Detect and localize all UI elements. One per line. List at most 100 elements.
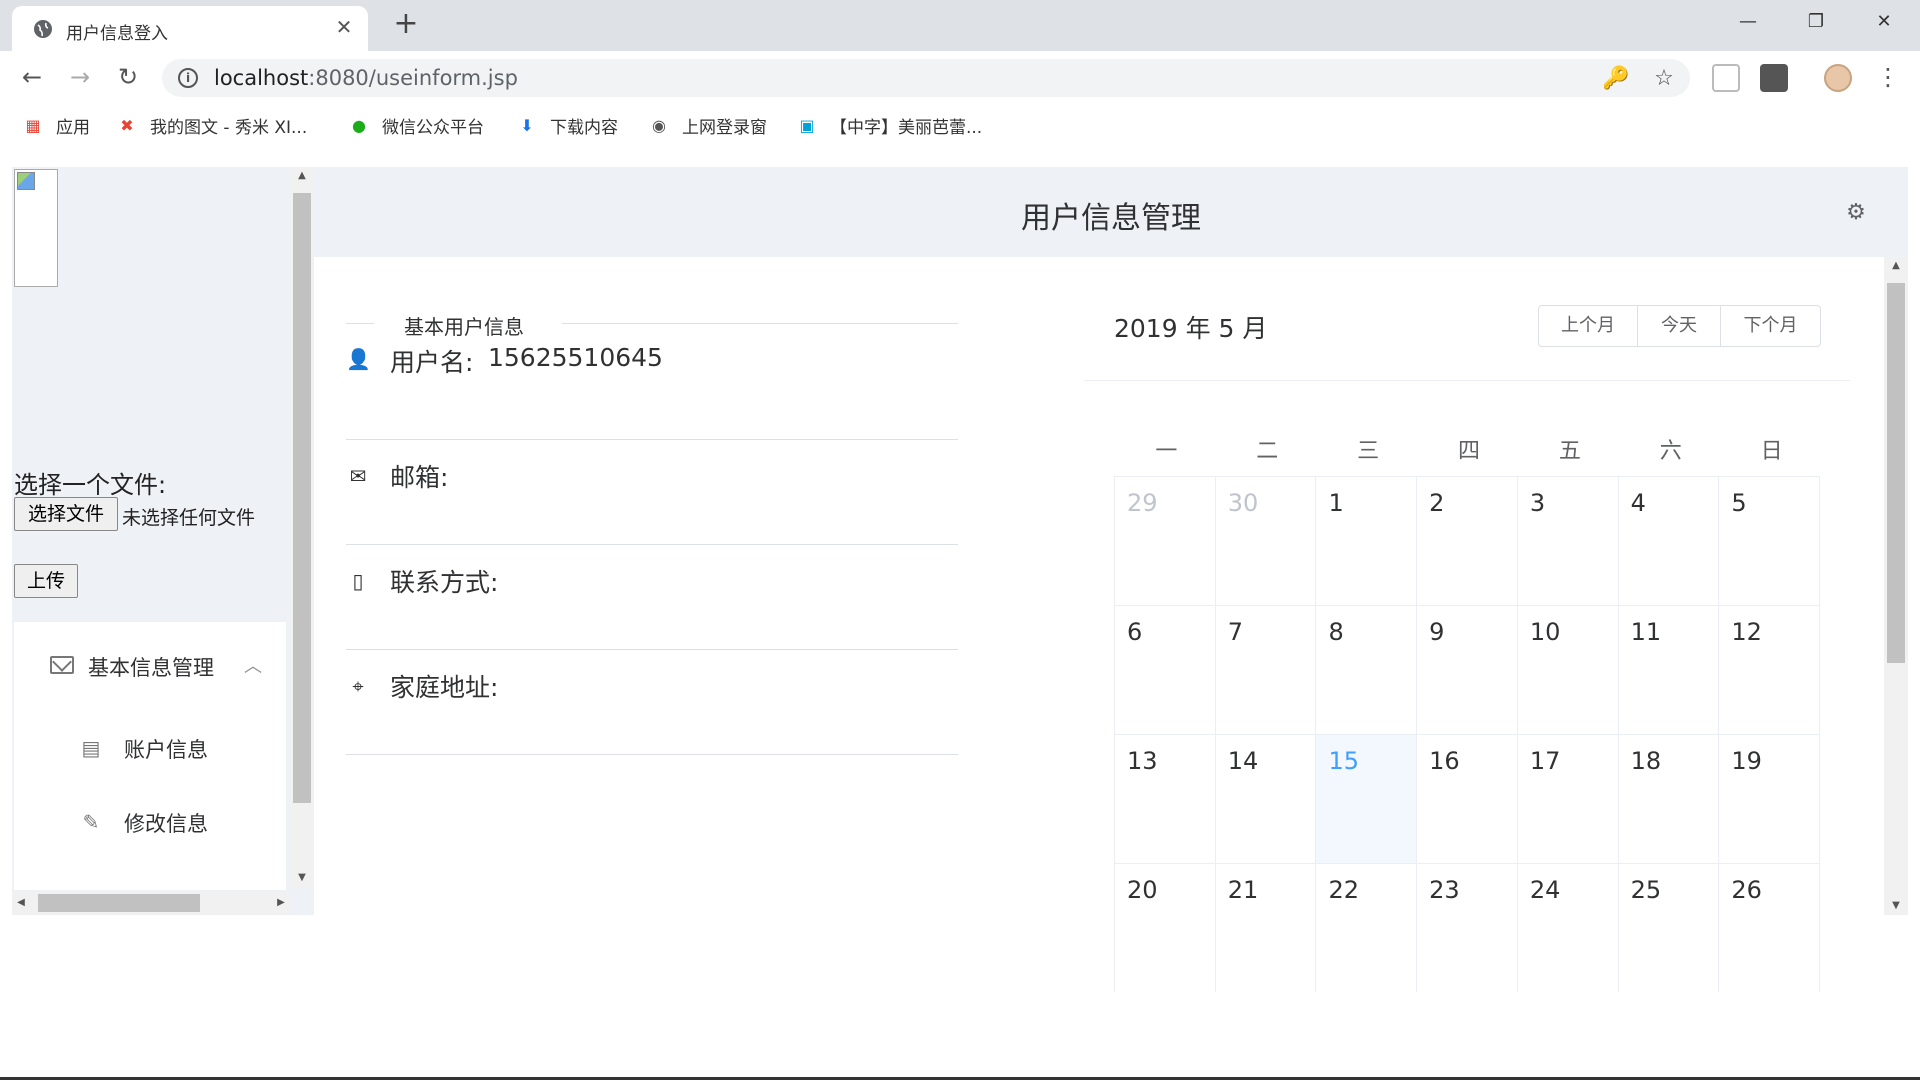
scroll-right-icon[interactable]: ▶ (272, 891, 290, 915)
forward-button[interactable]: → (64, 61, 96, 93)
bookmark-bilibili[interactable]: ▣ 【中字】美丽芭蕾... (796, 113, 982, 139)
bookmark-star-icon[interactable]: ☆ (1650, 65, 1678, 93)
scroll-up-icon[interactable]: ▲ (290, 167, 314, 185)
extension-icon-2[interactable] (1760, 64, 1788, 92)
calendar-day-cell[interactable]: 3 (1518, 477, 1619, 605)
page-viewport: 选择一个文件: 选择文件 未选择任何文件 上传 基本信息管理 ︿ ▤ 账户信息 … (12, 167, 1908, 992)
prev-month-button[interactable]: 上个月 (1539, 306, 1638, 346)
scroll-thumb[interactable] (38, 894, 200, 912)
section-divider: 基本用户信息 (346, 311, 958, 339)
globe-icon (34, 20, 52, 38)
left-horizontal-scrollbar[interactable]: ◀ ▶ (12, 891, 290, 915)
calendar-day-cell[interactable]: 8 (1316, 606, 1418, 734)
calendar-week-row: 6 7 8 9 10 11 12 (1115, 605, 1821, 734)
main-content: 基本用户信息 👤 用户名: 15625510645 ✉ 邮箱: ▯ 联系方式: … (314, 257, 1908, 992)
calendar-day-cell[interactable]: 15 (1316, 735, 1418, 863)
calendar-day-cell[interactable]: 14 (1216, 735, 1317, 863)
next-month-button[interactable]: 下个月 (1721, 306, 1820, 346)
bookmark-login[interactable]: ◉ 上网登录窗 (648, 113, 767, 139)
sidebar-item-label: 账户信息 (124, 738, 208, 762)
scroll-thumb[interactable] (293, 193, 311, 803)
weekday-label: 日 (1760, 439, 1783, 464)
extension-icon[interactable] (1712, 64, 1740, 92)
menu-group-basic-info[interactable]: 基本信息管理 ︿ (14, 622, 286, 708)
url-path: :8080/useinform.jsp (308, 66, 518, 90)
browser-toolbar: ← → ↻ i localhost:8080/useinform.jsp 🔑 ☆… (0, 51, 1920, 103)
calendar-day-cell[interactable]: 12 (1719, 606, 1821, 734)
calendar-day-cell[interactable]: 25 (1619, 864, 1720, 992)
divider-line (346, 323, 374, 324)
edit-icon: ✎ (82, 810, 100, 834)
calendar-day-cell[interactable]: 29 (1115, 477, 1216, 605)
scroll-thumb[interactable] (1887, 283, 1905, 663)
scroll-up-icon[interactable]: ▲ (1884, 257, 1908, 275)
key-icon[interactable]: 🔑 (1602, 65, 1630, 93)
globe-icon: ◉ (652, 115, 666, 135)
calendar-week-row: 13 14 15 16 17 18 19 (1115, 734, 1821, 863)
bookmark-apps[interactable]: ▦ 应用 (22, 113, 90, 139)
upload-label: 选择一个文件: (14, 471, 167, 499)
back-button[interactable]: ← (16, 61, 48, 93)
profile-avatar[interactable] (1824, 64, 1852, 92)
calendar-day-cell[interactable]: 30 (1216, 477, 1317, 605)
bookmark-label: 我的图文 - 秀米 XI... (150, 118, 308, 138)
main-vertical-scrollbar[interactable]: ▲ ▼ (1884, 257, 1908, 915)
menu-dots-icon[interactable]: ⋮ (1872, 61, 1904, 93)
calendar-day-cell[interactable]: 1 (1316, 477, 1418, 605)
sidebar-item-edit[interactable]: ✎ 修改信息 (14, 794, 286, 850)
calendar-day-cell[interactable]: 2 (1417, 477, 1518, 605)
calendar-nav: 上个月 今天 下个月 (1538, 305, 1821, 347)
divider-line (562, 323, 958, 324)
minimize-button[interactable]: — (1718, 4, 1778, 40)
calendar-day-cell[interactable]: 18 (1619, 735, 1720, 863)
site-info-icon[interactable]: i (178, 68, 198, 88)
browser-tab[interactable]: 用户信息登入 ✕ (12, 6, 368, 51)
bookmark-wechat[interactable]: ● 微信公众平台 (348, 113, 484, 139)
upload-button[interactable]: 上传 (14, 564, 78, 598)
choose-file-button[interactable]: 选择文件 (14, 497, 118, 531)
calendar-day-cell[interactable]: 5 (1719, 477, 1821, 605)
menu-group-label: 基本信息管理 (88, 656, 214, 680)
restore-button[interactable]: ❐ (1786, 4, 1846, 40)
gear-icon[interactable]: ⚙ (1844, 201, 1868, 225)
calendar-day-cell[interactable]: 16 (1417, 735, 1518, 863)
scroll-left-icon[interactable]: ◀ (12, 891, 30, 915)
calendar-day-cell[interactable]: 26 (1719, 864, 1821, 992)
calendar-day-cell[interactable]: 10 (1518, 606, 1619, 734)
calendar-day-cell[interactable]: 23 (1417, 864, 1518, 992)
today-button[interactable]: 今天 (1638, 306, 1721, 346)
calendar-day-cell[interactable]: 21 (1216, 864, 1317, 992)
bookmark-label: 微信公众平台 (382, 118, 484, 138)
calendar-day-cell[interactable]: 6 (1115, 606, 1216, 734)
user-icon: 👤 (346, 347, 371, 371)
calendar-day-cell[interactable]: 11 (1619, 606, 1720, 734)
bookmark-xiumi[interactable]: ✖ 我的图文 - 秀米 XI... (116, 113, 308, 139)
calendar-day-cell[interactable]: 20 (1115, 864, 1216, 992)
sidebar-item-account[interactable]: ▤ 账户信息 (14, 720, 286, 776)
calendar-day-cell[interactable]: 4 (1619, 477, 1720, 605)
calendar-day-cell[interactable]: 19 (1719, 735, 1821, 863)
calendar-day-cell[interactable]: 17 (1518, 735, 1619, 863)
left-vertical-scrollbar[interactable]: ▲ ▼ (290, 167, 314, 887)
url-text[interactable]: localhost:8080/useinform.jsp (214, 66, 518, 90)
left-frame: 选择一个文件: 选择文件 未选择任何文件 上传 基本信息管理 ︿ ▤ 账户信息 … (12, 167, 314, 915)
calendar-day-cell[interactable]: 13 (1115, 735, 1216, 863)
bookmark-downloads[interactable]: ⬇ 下载内容 (516, 113, 618, 139)
tab-close-icon[interactable]: ✕ (332, 15, 356, 39)
calendar-day-cell[interactable]: 22 (1316, 864, 1418, 992)
new-tab-button[interactable]: + (390, 8, 422, 40)
address-bar[interactable]: i localhost:8080/useinform.jsp 🔑 ☆ (162, 59, 1690, 97)
bookmark-label: 下载内容 (550, 118, 618, 138)
page-title: 用户信息管理 (1021, 201, 1201, 236)
calendar-day-cell[interactable]: 7 (1216, 606, 1317, 734)
calendar-day-cell[interactable]: 9 (1417, 606, 1518, 734)
reload-button[interactable]: ↻ (112, 61, 144, 93)
scroll-down-icon[interactable]: ▼ (290, 869, 314, 887)
broken-image (14, 169, 58, 287)
wechat-icon: ● (352, 115, 366, 135)
info-key: 联系方式: (390, 568, 499, 597)
window-close-button[interactable]: ✕ (1854, 4, 1914, 40)
info-row-contact: ▯ 联系方式: (346, 545, 958, 650)
scroll-down-icon[interactable]: ▼ (1884, 897, 1908, 915)
calendar-day-cell[interactable]: 24 (1518, 864, 1619, 992)
